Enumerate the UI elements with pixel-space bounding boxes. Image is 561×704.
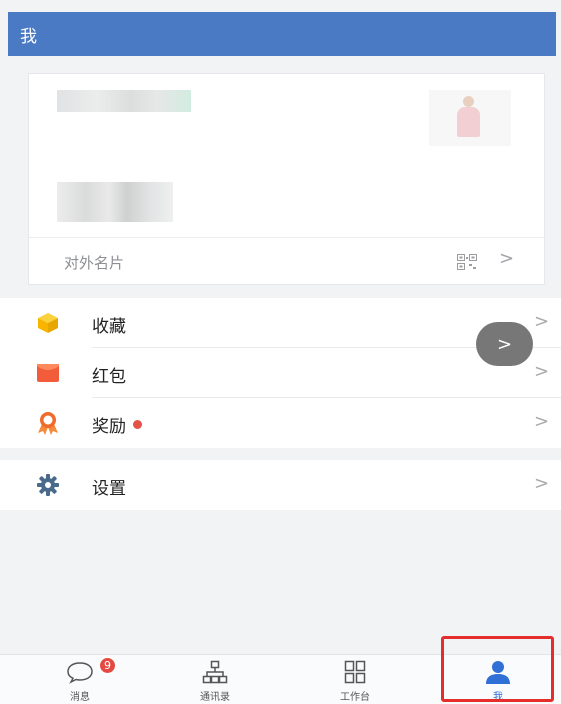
- tab-contacts[interactable]: 通讯录: [145, 655, 285, 704]
- profile-card[interactable]: 对外名片 >: [28, 73, 545, 285]
- bottom-tab-bar: 9 消息 通讯录 工作台 我: [0, 654, 561, 704]
- menu-group-settings: 设置 >: [0, 460, 561, 510]
- grid-icon: [344, 660, 366, 684]
- unread-badge: 9: [98, 656, 117, 675]
- avatar[interactable]: [429, 90, 511, 146]
- floating-action-button[interactable]: >: [476, 322, 533, 366]
- person-icon: [486, 661, 510, 684]
- blurred-user-name: [57, 90, 191, 112]
- rewards-label-text: 奖励: [92, 417, 126, 437]
- menu-item-settings[interactable]: 设置 >: [0, 460, 561, 510]
- tab-label: 通讯录: [200, 692, 230, 703]
- tab-label: 我: [493, 692, 503, 703]
- chevron-right-icon: >: [499, 248, 515, 269]
- page-title: 我: [20, 26, 37, 47]
- chat-bubble-icon: [67, 662, 93, 684]
- menu-item-label: 收藏: [92, 317, 126, 337]
- red-envelope-icon: [37, 364, 59, 382]
- org-chart-icon: [202, 660, 228, 684]
- gear-icon: [37, 474, 59, 496]
- menu-item-rewards[interactable]: 奖励 >: [0, 398, 561, 448]
- external-card-label: 对外名片: [64, 254, 125, 272]
- menu-item-label: 奖励: [92, 412, 142, 437]
- blurred-user-details: [57, 182, 173, 222]
- page-header: 我: [8, 12, 556, 56]
- menu-item-label: 红包: [92, 367, 126, 387]
- tab-workbench[interactable]: 工作台: [285, 655, 425, 704]
- chevron-right-icon: >: [534, 411, 550, 432]
- tab-label: 工作台: [340, 692, 370, 703]
- chevron-right-icon: >: [534, 361, 550, 382]
- qr-code-icon: [457, 254, 477, 270]
- tab-label: 消息: [70, 692, 90, 703]
- menu-item-label: 设置: [92, 479, 126, 499]
- menu-group-features: 收藏 > 红包 > 奖励 >: [0, 298, 561, 448]
- notification-dot: [133, 420, 142, 429]
- tab-messages[interactable]: 9 消息: [10, 655, 150, 704]
- external-card-row[interactable]: 对外名片 >: [29, 238, 544, 285]
- tab-me[interactable]: 我: [428, 655, 561, 704]
- chevron-right-icon: >: [496, 333, 513, 355]
- chevron-right-icon: >: [534, 473, 550, 494]
- chevron-right-icon: >: [534, 311, 550, 332]
- award-ribbon-icon: [38, 412, 58, 435]
- menu-item-red-envelope[interactable]: 红包 >: [0, 348, 561, 398]
- box-icon: [38, 313, 58, 333]
